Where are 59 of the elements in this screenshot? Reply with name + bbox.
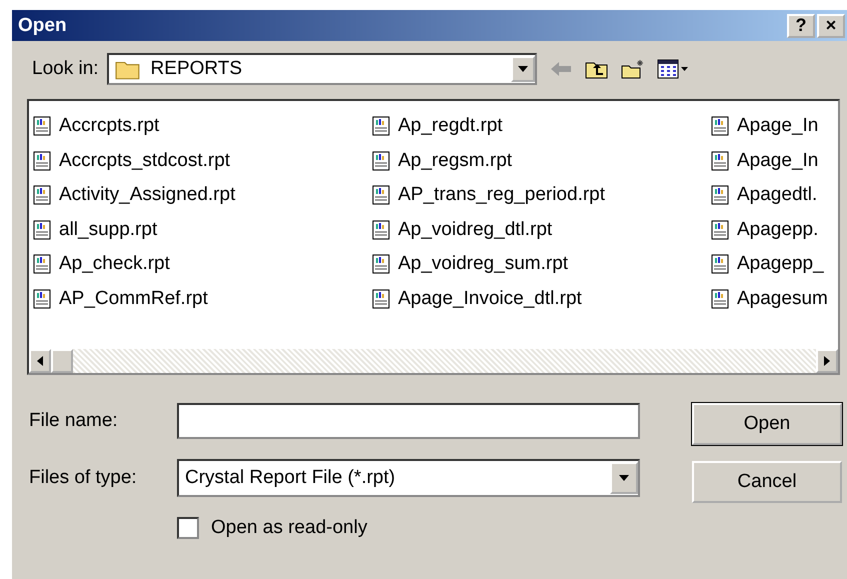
read-only-checkbox[interactable] [177, 517, 199, 539]
view-menu-icon[interactable] [656, 58, 689, 80]
file-name-field[interactable] [177, 403, 640, 439]
report-file-icon [711, 254, 729, 274]
report-file-icon [33, 288, 51, 309]
file-item[interactable]: Apagepp_ [711, 247, 828, 282]
file-item[interactable]: all_supp.rpt [33, 212, 372, 247]
read-only-label: Open as read-only [211, 517, 368, 539]
look-in-dropdown[interactable]: REPORTS [106, 53, 537, 85]
report-file-icon [33, 185, 51, 206]
scroll-left-button[interactable] [29, 349, 51, 373]
window-title: Open [18, 14, 67, 36]
file-item[interactable]: Apagedtl. [711, 178, 828, 212]
report-file-icon [33, 254, 51, 274]
right-arrow-icon [824, 356, 830, 366]
file-item[interactable]: Ap_regdt.rpt [372, 109, 711, 144]
file-item[interactable]: Ap_voidreg_sum.rpt [372, 247, 711, 282]
report-file-icon [33, 150, 51, 171]
file-item[interactable]: Ap_check.rpt [33, 247, 372, 282]
file-item[interactable]: AP_CommRef.rpt [33, 282, 372, 316]
report-file-icon [372, 150, 390, 171]
file-item[interactable]: Ap_regsm.rpt [372, 144, 711, 178]
report-file-icon [33, 116, 51, 136]
new-folder-icon[interactable] [620, 58, 645, 80]
close-button[interactable]: × [817, 14, 845, 38]
file-item[interactable]: Accrcpts_stdcost.rpt [33, 144, 372, 178]
file-item[interactable]: Apagesum [711, 282, 828, 316]
scroll-right-button[interactable] [816, 349, 838, 373]
file-type-dropdown[interactable]: Crystal Report File (*.rpt) [177, 459, 640, 497]
left-arrow-icon [37, 356, 43, 366]
file-item[interactable]: Activity_Assigned.rpt [33, 178, 372, 212]
horizontal-scrollbar[interactable] [29, 349, 838, 373]
scroll-thumb[interactable] [51, 349, 73, 373]
file-item[interactable]: Ap_voidreg_dtl.rpt [372, 212, 711, 247]
report-file-icon [372, 116, 390, 136]
file-item[interactable]: Apagepp. [711, 212, 828, 247]
file-item[interactable]: Accrcpts.rpt [33, 109, 372, 144]
report-file-icon [711, 288, 729, 309]
file-type-label: Files of type: [29, 467, 138, 489]
file-item[interactable]: Apage_In [711, 144, 828, 178]
report-file-icon [711, 150, 729, 171]
cancel-button[interactable]: Cancel [692, 461, 842, 503]
report-file-icon [372, 220, 390, 240]
file-item[interactable]: AP_trans_reg_period.rpt [372, 178, 711, 212]
file-item[interactable]: Apage_In [711, 109, 828, 144]
report-file-icon [711, 220, 729, 240]
look-in-label: Look in: [32, 58, 99, 80]
report-file-icon [711, 116, 729, 136]
report-file-icon [372, 254, 390, 274]
file-item[interactable]: Apage_Invoice_dtl.rpt [372, 282, 711, 316]
help-button[interactable]: ? [787, 14, 815, 38]
open-button[interactable]: Open [692, 403, 842, 445]
report-file-icon [372, 288, 390, 309]
look-in-value: REPORTS [150, 58, 244, 80]
file-type-value: Crystal Report File (*.rpt) [184, 467, 396, 489]
report-file-icon [711, 185, 729, 206]
report-file-icon [33, 220, 51, 240]
file-name-label: File name: [29, 410, 119, 432]
report-file-icon [372, 185, 390, 206]
